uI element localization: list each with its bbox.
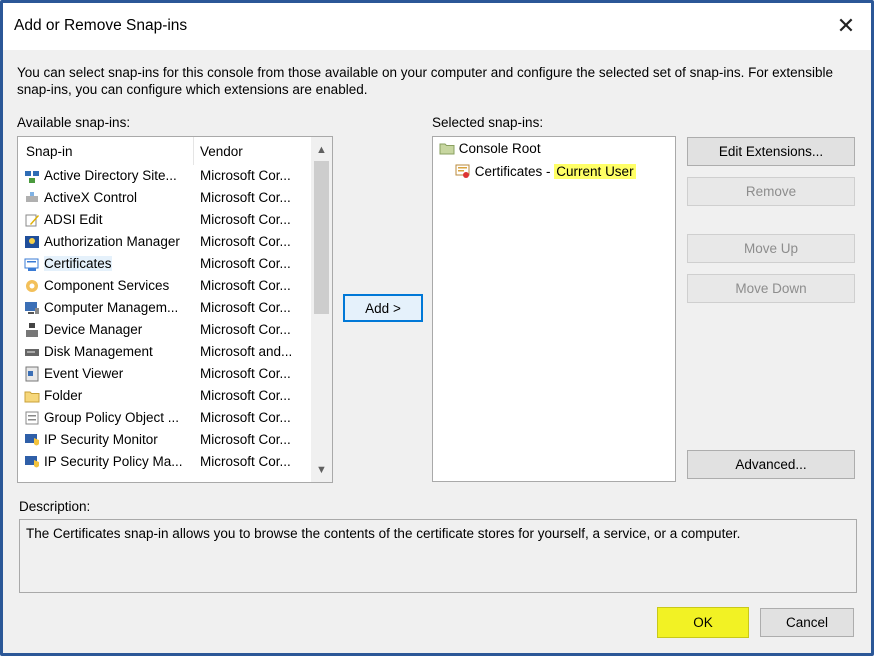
list-item[interactable]: ActiveX Control Microsoft Cor... bbox=[18, 187, 313, 209]
list-item[interactable]: ADSI Edit Microsoft Cor... bbox=[18, 209, 313, 231]
snapin-name: Active Directory Site... bbox=[44, 168, 177, 183]
list-item[interactable]: Event Viewer Microsoft Cor... bbox=[18, 363, 313, 385]
certificates-node-label: Certificates - bbox=[474, 164, 555, 179]
authorization-icon bbox=[25, 236, 39, 248]
snapin-vendor: Microsoft Cor... bbox=[200, 366, 291, 381]
list-header: Snap-in Vendor bbox=[18, 137, 313, 165]
snapin-name: Group Policy Object ... bbox=[44, 410, 180, 425]
scroll-down-icon[interactable]: ▼ bbox=[311, 459, 332, 480]
snapin-vendor: Microsoft Cor... bbox=[200, 256, 291, 271]
disk-management-icon bbox=[25, 349, 39, 356]
ip-security-monitor-icon bbox=[25, 434, 39, 446]
tree-node-console-root[interactable]: Console Root bbox=[439, 141, 541, 156]
snapin-vendor: Microsoft Cor... bbox=[200, 322, 291, 337]
snapin-vendor: Microsoft Cor... bbox=[200, 432, 291, 447]
description-label: Description: bbox=[19, 499, 91, 514]
dialog-window: Add or Remove Snap-ins ✕ You can select … bbox=[0, 0, 874, 656]
snapin-name: Computer Managem... bbox=[44, 300, 179, 315]
snapin-name: ActiveX Control bbox=[44, 190, 138, 205]
list-item[interactable]: Device Manager Microsoft Cor... bbox=[18, 319, 313, 341]
scroll-up-icon[interactable]: ▲ bbox=[311, 139, 332, 160]
list-item[interactable]: Authorization Manager Microsoft Cor... bbox=[18, 231, 313, 253]
edit-extensions-button[interactable]: Edit Extensions... bbox=[687, 137, 855, 166]
activex-icon bbox=[26, 192, 38, 202]
snapin-name: IP Security Policy Ma... bbox=[44, 454, 183, 469]
column-divider[interactable] bbox=[193, 137, 194, 165]
event-viewer-icon bbox=[25, 366, 39, 382]
list-item[interactable]: Disk Management Microsoft and... bbox=[18, 341, 313, 363]
scroll-thumb[interactable] bbox=[314, 161, 329, 314]
list-item[interactable]: Component Services Microsoft Cor... bbox=[18, 275, 313, 297]
snapin-vendor: Microsoft Cor... bbox=[200, 388, 291, 403]
selected-snapins-label: Selected snap-ins: bbox=[432, 115, 544, 130]
snapin-name: Component Services bbox=[44, 278, 170, 293]
description-text: The Certificates snap-in allows you to b… bbox=[26, 526, 741, 541]
list-item[interactable]: IP Security Monitor Microsoft Cor... bbox=[18, 429, 313, 451]
close-icon[interactable]: ✕ bbox=[829, 9, 863, 43]
snapin-vendor: Microsoft Cor... bbox=[200, 454, 291, 469]
snapin-vendor: Microsoft Cor... bbox=[200, 168, 291, 183]
column-header-vendor[interactable]: Vendor bbox=[200, 144, 243, 159]
selected-snapins-tree[interactable]: Console Root Certificates - Current User bbox=[432, 136, 676, 482]
snapin-name: Event Viewer bbox=[44, 366, 124, 381]
current-user-highlight: Current User bbox=[554, 164, 636, 179]
move-down-button[interactable]: Move Down bbox=[687, 274, 855, 303]
vertical-scrollbar[interactable]: ▲ ▼ bbox=[311, 137, 332, 482]
snapin-name: Folder bbox=[44, 388, 83, 403]
dialog-title: Add or Remove Snap-ins bbox=[14, 17, 188, 34]
available-snapins-label: Available snap-ins: bbox=[17, 115, 131, 130]
ip-security-policy-icon bbox=[25, 456, 39, 468]
snapin-vendor: Microsoft Cor... bbox=[200, 212, 291, 227]
description-box: The Certificates snap-in allows you to b… bbox=[19, 519, 857, 593]
add-button[interactable]: Add > bbox=[343, 294, 423, 322]
intro-text: You can select snap-ins for this console… bbox=[17, 65, 833, 97]
list-item[interactable]: Folder Microsoft Cor... bbox=[18, 385, 313, 407]
adsi-edit-icon bbox=[25, 214, 39, 227]
certificates-icon bbox=[455, 164, 470, 178]
move-up-button[interactable]: Move Up bbox=[687, 234, 855, 263]
ad-sites-icon bbox=[25, 171, 39, 183]
snapin-name: Disk Management bbox=[44, 344, 153, 359]
list-item[interactable]: IP Security Policy Ma... Microsoft Cor... bbox=[18, 451, 313, 473]
column-header-snapin[interactable]: Snap-in bbox=[26, 144, 73, 159]
folder-icon bbox=[24, 391, 40, 403]
title-bar: Add or Remove Snap-ins ✕ bbox=[3, 3, 871, 50]
snapin-name: Authorization Manager bbox=[44, 234, 180, 249]
snapin-name: ADSI Edit bbox=[44, 212, 103, 227]
snapin-name: Certificates bbox=[44, 256, 112, 271]
remove-button[interactable]: Remove bbox=[687, 177, 855, 206]
console-root-label: Console Root bbox=[458, 141, 541, 156]
snapin-vendor: Microsoft Cor... bbox=[200, 410, 291, 425]
list-item[interactable]: Group Policy Object ... Microsoft Cor... bbox=[18, 407, 313, 429]
list-item[interactable]: Certificates Microsoft Cor... bbox=[18, 253, 313, 275]
ok-button[interactable]: OK bbox=[657, 607, 749, 638]
snapin-vendor: Microsoft and... bbox=[200, 344, 293, 359]
tree-node-certificates[interactable]: Certificates - Current User bbox=[455, 163, 636, 179]
list-item[interactable]: Active Directory Site... Microsoft Cor... bbox=[18, 165, 313, 187]
component-services-icon bbox=[26, 280, 38, 292]
computer-management-icon bbox=[25, 302, 39, 314]
snapin-rows: Active Directory Site... Microsoft Cor...… bbox=[18, 165, 313, 473]
group-policy-icon bbox=[25, 411, 39, 425]
advanced-button[interactable]: Advanced... bbox=[687, 450, 855, 479]
snapin-vendor: Microsoft Cor... bbox=[200, 278, 291, 293]
snapin-name: IP Security Monitor bbox=[44, 432, 158, 447]
cancel-button[interactable]: Cancel bbox=[760, 608, 854, 637]
available-snapins-list[interactable]: Snap-in Vendor Active Directory Site... M… bbox=[17, 136, 333, 483]
snapin-vendor: Microsoft Cor... bbox=[200, 234, 291, 249]
snapin-name: Device Manager bbox=[44, 322, 143, 337]
snapin-vendor: Microsoft Cor... bbox=[200, 190, 291, 205]
snapin-vendor: Microsoft Cor... bbox=[200, 300, 291, 315]
folder-icon bbox=[439, 143, 455, 155]
certificates-icon bbox=[24, 258, 39, 271]
list-item[interactable]: Computer Managem... Microsoft Cor... bbox=[18, 297, 313, 319]
device-manager-icon bbox=[26, 323, 38, 337]
